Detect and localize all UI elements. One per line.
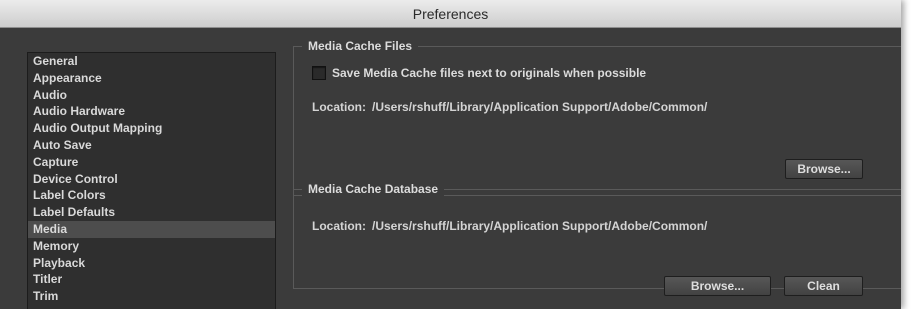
sidebar-item-capture[interactable]: Capture <box>28 154 275 171</box>
media-cache-database-clean-button[interactable]: Clean <box>784 276 863 296</box>
location-path: /Users/rshuff/Library/Application Suppor… <box>372 219 708 233</box>
media-cache-files-legend: Media Cache Files <box>302 38 419 54</box>
sidebar-item-playback[interactable]: Playback <box>28 255 275 272</box>
sidebar-item-audio[interactable]: Audio <box>28 87 275 104</box>
preferences-category-list[interactable]: General Appearance Audio Audio Hardware Audi… <box>27 52 276 309</box>
sidebar-item-titler[interactable]: Titler <box>28 271 275 288</box>
media-cache-files-location: Location: /Users/rshuff/Library/Applicati… <box>312 100 707 114</box>
save-next-to-originals-checkbox[interactable] <box>312 66 326 80</box>
window-title: Preferences <box>412 6 489 22</box>
title-bar[interactable]: Preferences <box>0 0 901 28</box>
sidebar-item-memory[interactable]: Memory <box>28 238 275 255</box>
media-cache-files-browse-button[interactable]: Browse... <box>785 159 863 179</box>
sidebar-item-label-colors[interactable]: Label Colors <box>28 187 275 204</box>
location-path: /Users/rshuff/Library/Application Suppor… <box>372 100 708 114</box>
media-cache-files-group: Media Cache Files Save Media Cache files… <box>293 38 901 196</box>
save-next-to-originals-row[interactable]: Save Media Cache files next to originals… <box>312 66 646 80</box>
media-cache-database-browse-button[interactable]: Browse... <box>664 276 771 296</box>
media-cache-database-location: Location: /Users/rshuff/Library/Applicati… <box>312 219 707 233</box>
sidebar-item-audio-hardware[interactable]: Audio Hardware <box>28 103 275 120</box>
sidebar-item-audio-output-mapping[interactable]: Audio Output Mapping <box>28 120 275 137</box>
media-cache-database-legend: Media Cache Database <box>302 181 445 197</box>
sidebar-item-device-control[interactable]: Device Control <box>28 171 275 188</box>
location-label: Location: <box>312 100 366 114</box>
sidebar-item-label-defaults[interactable]: Label Defaults <box>28 204 275 221</box>
sidebar-item-appearance[interactable]: Appearance <box>28 70 275 87</box>
save-next-to-originals-label[interactable]: Save Media Cache files next to originals… <box>332 66 646 80</box>
media-cache-database-group: Media Cache Database Location: /Users/rsh… <box>293 181 901 296</box>
preferences-window: Preferences General Appearance Audio Audio … <box>0 0 901 309</box>
sidebar-item-media[interactable]: Media <box>28 220 275 238</box>
sidebar-item-trim[interactable]: Trim <box>28 288 275 305</box>
location-label: Location: <box>312 219 366 233</box>
sidebar-item-auto-save[interactable]: Auto Save <box>28 137 275 154</box>
sidebar-item-general[interactable]: General <box>28 53 275 70</box>
